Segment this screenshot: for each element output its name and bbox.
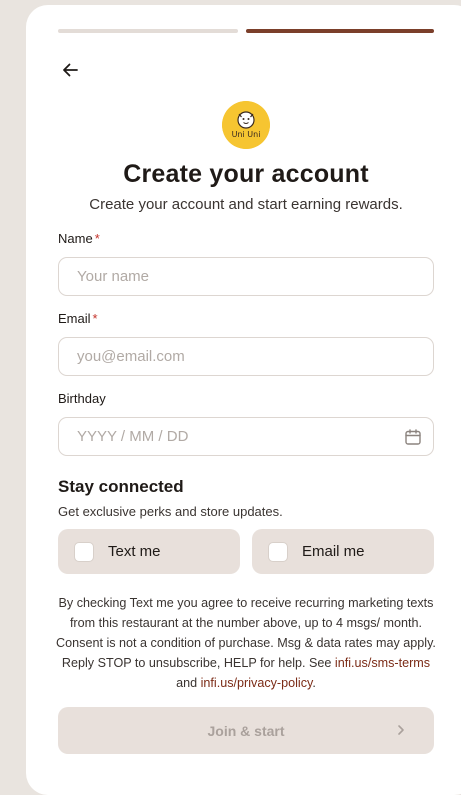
logo-text: Uni Uni [232,130,261,139]
progress-step-1 [58,29,238,33]
birthday-input[interactable] [58,417,434,456]
email-me-label: Email me [302,543,365,560]
required-mark: * [94,231,100,246]
logo-icon: Uni Uni [222,101,270,149]
step-progress [58,29,434,33]
join-start-button[interactable]: Join & start [58,707,434,754]
text-me-label: Text me [108,543,161,560]
birthday-label: Birthday [58,391,106,406]
page-title: Create your account [123,160,369,188]
stay-connected-subtitle: Get exclusive perks and store updates. [58,504,283,519]
sms-terms-link[interactable]: infi.us/sms-terms [335,656,430,670]
restaurant-logo: Uni Uni [222,101,270,149]
legal-end: . [312,676,316,690]
name-label-text: Name [58,231,93,246]
text-me-checkbox[interactable] [74,541,94,562]
back-button[interactable] [58,58,82,82]
signup-card: Uni Uni Create your account Create your … [26,5,461,795]
chevron-right-icon [398,725,404,735]
legal-and: and [176,676,201,690]
join-start-label: Join & start [207,722,285,739]
email-me-checkbox[interactable] [268,541,288,562]
required-mark: * [92,311,98,326]
birthday-field [58,417,434,456]
sms-consent-text: By checking Text me you agree to receive… [56,593,436,693]
progress-step-2 [246,29,434,33]
email-label-text: Email [58,311,91,326]
email-me-option[interactable]: Email me [252,529,434,574]
email-input[interactable] [58,337,434,376]
name-input[interactable] [58,257,434,296]
name-label: Name * [58,231,100,246]
text-me-option[interactable]: Text me [58,529,240,574]
email-label: Email * [58,311,98,326]
page-subtitle: Create your account and start earning re… [89,196,403,213]
stay-connected-title: Stay connected [58,477,184,496]
arrow-left-icon [63,63,78,77]
calendar-icon[interactable] [404,428,422,446]
privacy-policy-link[interactable]: infi.us/privacy-policy [201,676,313,690]
